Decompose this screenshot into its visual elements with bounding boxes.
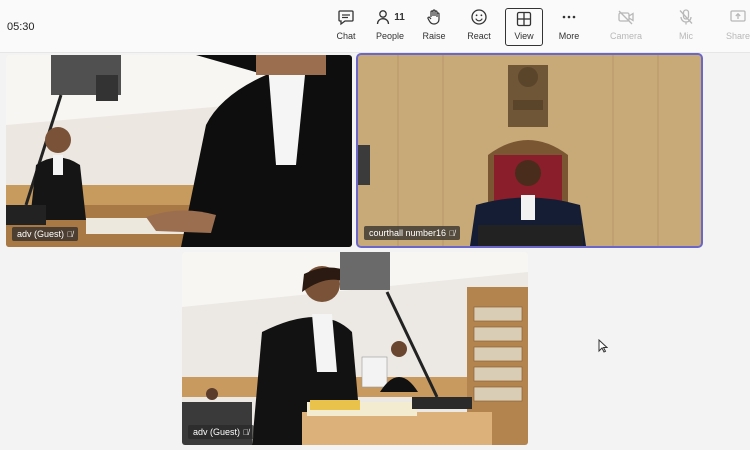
participant-name-tag: adv (Guest) 🎙̸ [12, 227, 79, 241]
meeting-timer: 05:30 [7, 21, 35, 33]
participant-name: adv (Guest) [193, 427, 241, 437]
view-label: View [514, 31, 534, 41]
video-tile-courthall[interactable]: courthall number16 🎙̸ [356, 53, 703, 248]
camera-off-icon [614, 7, 638, 27]
smiley-icon [467, 7, 491, 27]
more-dots-icon [557, 7, 581, 27]
camera-label: Camera [609, 31, 642, 41]
video-tile-guest-1[interactable]: adv (Guest) 🎙̸ [6, 55, 352, 247]
meeting-toolbar: 05:30 Chat 11 People Raise React View Mo… [0, 0, 750, 53]
camera-button[interactable]: Camera [605, 7, 647, 47]
video-feed-judge-bench [358, 55, 701, 246]
react-label: React [467, 31, 491, 41]
participant-name-tag: adv (Guest) 🎙̸ [188, 425, 255, 439]
chat-icon [334, 7, 358, 27]
mic-off-icon [674, 7, 698, 27]
more-button[interactable]: More [548, 7, 590, 47]
mic-muted-icon: 🎙̸ [449, 228, 456, 238]
react-button[interactable]: React [458, 7, 500, 47]
mic-button[interactable]: Mic [665, 7, 707, 47]
participant-name-tag: courthall number16 🎙̸ [364, 226, 461, 240]
mouse-cursor-icon [598, 339, 608, 353]
people-icon: 11 [373, 7, 407, 27]
participant-name: courthall number16 [369, 228, 447, 238]
video-feed-lectern [182, 252, 528, 445]
mic-label: Mic [679, 31, 693, 41]
share-button[interactable]: Share [726, 7, 750, 47]
people-count-badge: 11 [394, 11, 405, 23]
raise-hand-button[interactable]: Raise [413, 7, 455, 47]
chat-label: Chat [336, 31, 356, 41]
raise-hand-icon [422, 7, 446, 27]
share-screen-icon [726, 7, 750, 27]
share-label: Share [726, 31, 750, 41]
people-label: People [375, 31, 405, 41]
people-button[interactable]: 11 People [369, 7, 411, 47]
mic-muted-icon: 🎙̸ [67, 229, 74, 239]
participant-name: adv (Guest) [17, 229, 65, 239]
more-label: More [558, 31, 580, 41]
video-tile-guest-2[interactable]: adv (Guest) 🎙̸ [182, 252, 528, 445]
mic-muted-icon: 🎙̸ [243, 427, 250, 437]
raise-label: Raise [422, 31, 446, 41]
chat-button[interactable]: Chat [325, 7, 367, 47]
grid-view-icon [512, 9, 536, 29]
video-feed-courtroom-wide [6, 55, 352, 247]
view-button[interactable]: View [505, 8, 543, 46]
